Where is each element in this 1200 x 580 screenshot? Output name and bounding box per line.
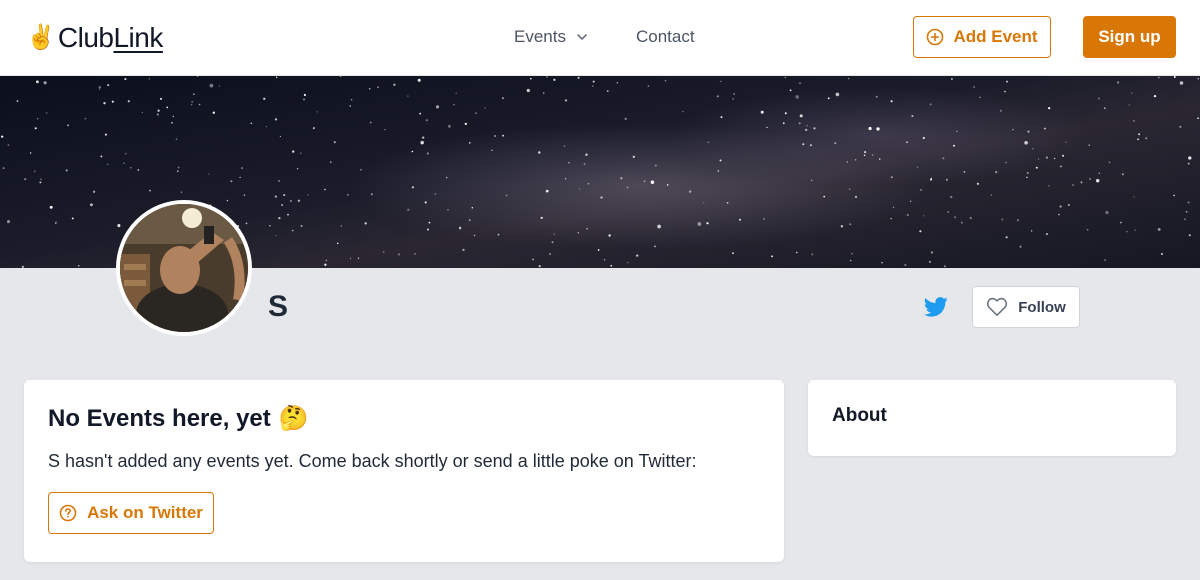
top-navbar: ✌️ ClubLink Events Contact Add Event Sig… (0, 0, 1200, 76)
follow-button[interactable]: Follow (972, 286, 1080, 328)
about-card: About (808, 380, 1176, 456)
question-circle-icon (59, 504, 77, 522)
nav-events-dropdown[interactable]: Events (514, 27, 588, 47)
profile-avatar (116, 200, 252, 336)
signup-label: Sign up (1098, 27, 1161, 46)
twitter-icon[interactable] (923, 296, 948, 318)
nav-events-label: Events (514, 27, 566, 46)
chevron-down-icon (577, 34, 587, 40)
about-card-title: About (832, 405, 887, 426)
heart-icon (987, 297, 1008, 316)
ask-on-twitter-label: Ask on Twitter (87, 503, 203, 522)
avatar-photo (120, 204, 248, 332)
events-card-title: No Events here, yet 🤔 (48, 404, 309, 433)
nav-contact-link[interactable]: Contact (636, 27, 695, 47)
add-event-button[interactable]: Add Event (913, 16, 1051, 58)
ask-on-twitter-button[interactable]: Ask on Twitter (48, 492, 214, 534)
add-event-label: Add Event (953, 27, 1038, 46)
plus-circle-icon (927, 28, 944, 46)
clublink-logo[interactable]: ✌️ ClubLink (26, 22, 163, 54)
nav-contact-label: Contact (635, 27, 695, 46)
events-card: No Events here, yet 🤔 S hasn't added any… (24, 380, 784, 562)
profile-name: S (268, 290, 289, 323)
follow-label: Follow (1018, 298, 1066, 316)
events-empty-message: S hasn't added any events yet. Come back… (48, 451, 697, 471)
main-nav: Events Contact (514, 26, 695, 48)
victory-hand-icon: ✌️ (26, 24, 56, 51)
thinking-face-icon: 🤔 (278, 405, 309, 432)
logo-text: ClubLink (57, 22, 163, 53)
signup-button[interactable]: Sign up (1083, 16, 1176, 58)
